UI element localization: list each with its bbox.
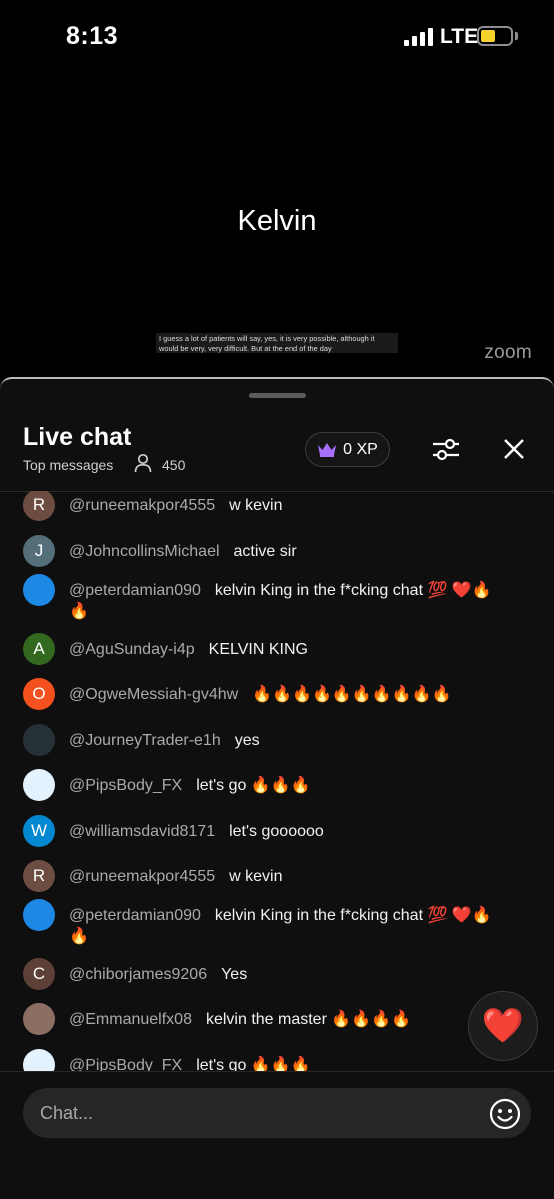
network-label: LTE <box>440 25 479 48</box>
message-text: let's go 🔥🔥🔥 <box>196 1057 311 1071</box>
video-area[interactable]: Kelvin I guess a lot of patients will sa… <box>0 74 554 376</box>
avatar[interactable]: R <box>23 491 55 521</box>
xp-button[interactable]: 0 XP <box>305 432 390 467</box>
message-author[interactable]: @peterdamian090 <box>69 582 201 599</box>
message-author[interactable]: @PipsBody_FX <box>69 1057 182 1071</box>
avatar[interactable]: J <box>23 535 55 567</box>
avatar[interactable]: W <box>23 815 55 847</box>
top-messages-selector[interactable]: Top messages <box>23 457 113 473</box>
viewer-count: 450 <box>162 457 186 473</box>
message-text: w kevin <box>229 868 283 885</box>
message-author[interactable]: @AguSunday-i4p <box>69 641 195 658</box>
message-text: active sir <box>233 543 297 560</box>
message-text: Yes <box>221 966 248 983</box>
avatar[interactable]: C <box>23 958 55 990</box>
message-text: yes <box>234 732 260 749</box>
emoji-icon[interactable] <box>489 1098 521 1130</box>
chat-title: Live chat <box>23 423 132 451</box>
heart-icon: ❤️ <box>481 1007 525 1045</box>
message-body: @OgweMessiah-gv4hw 🔥🔥🔥🔥🔥🔥🔥🔥🔥🔥 <box>69 684 509 705</box>
signal-icon <box>404 28 434 46</box>
message-author[interactable]: @JohncollinsMichael <box>69 543 220 560</box>
message-text: 🔥🔥🔥🔥🔥🔥🔥🔥🔥🔥 <box>252 686 452 703</box>
participant-name: Kelvin <box>237 205 317 237</box>
message-body: @JohncollinsMichael active sir <box>69 541 509 562</box>
message-text: let's goooooo <box>229 823 324 840</box>
avatar[interactable]: R <box>23 860 55 892</box>
message-body: @peterdamian090 kelvin King in the f*ckin… <box>69 580 509 622</box>
status-time: 8:13 <box>66 22 119 50</box>
message-body: @Emmanuelfx08 kelvin the master 🔥🔥🔥🔥 <box>69 1009 509 1030</box>
message-text: kelvin the master 🔥🔥🔥🔥 <box>205 1011 412 1028</box>
message-text: let's go 🔥🔥🔥 <box>196 777 311 794</box>
message-text: KELVIN KING <box>208 641 308 658</box>
viewers-icon <box>134 453 152 473</box>
chat-input[interactable] <box>23 1088 531 1138</box>
message-body: @chiborjames9206 Yes <box>69 964 509 985</box>
zoom-logo: zoom <box>484 342 532 363</box>
avatar[interactable] <box>23 769 55 801</box>
message-body: @peterdamian090 kelvin King in the f*ckin… <box>69 905 509 947</box>
avatar[interactable] <box>23 1049 55 1071</box>
live-chat-panel: Live chat Top messages 450 0 XP R @runeem… <box>0 377 554 1199</box>
drag-handle[interactable] <box>249 393 306 398</box>
message-author[interactable]: @runeemakpor4555 <box>69 497 215 514</box>
avatar[interactable] <box>23 724 55 756</box>
message-author[interactable]: @runeemakpor4555 <box>69 868 215 885</box>
avatar[interactable] <box>23 574 55 606</box>
battery-tip <box>515 32 518 40</box>
avatar[interactable]: A <box>23 633 55 665</box>
xp-label: 0 XP <box>343 440 378 458</box>
message-author[interactable]: @williamsdavid8171 <box>69 823 215 840</box>
message-author[interactable]: @Emmanuelfx08 <box>69 1011 192 1028</box>
message-body: @PipsBody_FX let's go 🔥🔥🔥 <box>69 1055 509 1071</box>
message-body: @PipsBody_FX let's go 🔥🔥🔥 <box>69 775 509 796</box>
live-caption: I guess a lot of patients will say, yes,… <box>156 333 398 353</box>
heart-reaction-button[interactable]: ❤️ <box>468 991 538 1061</box>
message-body: @JourneyTrader-e1h yes <box>69 730 509 751</box>
battery-icon <box>477 26 513 46</box>
message-list[interactable]: R @runeemakpor4555 w kevin J @JohncollinsMic… <box>0 491 554 1071</box>
avatar[interactable] <box>23 899 55 931</box>
message-body: @runeemakpor4555 w kevin <box>69 495 509 516</box>
filter-settings-icon[interactable] <box>431 434 461 464</box>
message-body: @williamsdavid8171 let's goooooo <box>69 821 509 842</box>
message-body: @runeemakpor4555 w kevin <box>69 866 509 887</box>
crown-icon <box>318 443 337 457</box>
status-bar: 8:13 LTE <box>0 0 554 74</box>
avatar[interactable]: O <box>23 678 55 710</box>
message-text: w kevin <box>229 497 283 514</box>
message-author[interactable]: @OgweMessiah-gv4hw <box>69 686 238 703</box>
message-author[interactable]: @peterdamian090 <box>69 907 201 924</box>
chat-input-area <box>0 1071 554 1199</box>
message-body: @AguSunday-i4p KELVIN KING <box>69 639 509 660</box>
message-author[interactable]: @PipsBody_FX <box>69 777 182 794</box>
close-icon[interactable] <box>502 437 526 461</box>
message-author[interactable]: @JourneyTrader-e1h <box>69 732 221 749</box>
avatar[interactable] <box>23 1003 55 1035</box>
message-author[interactable]: @chiborjames9206 <box>69 966 207 983</box>
